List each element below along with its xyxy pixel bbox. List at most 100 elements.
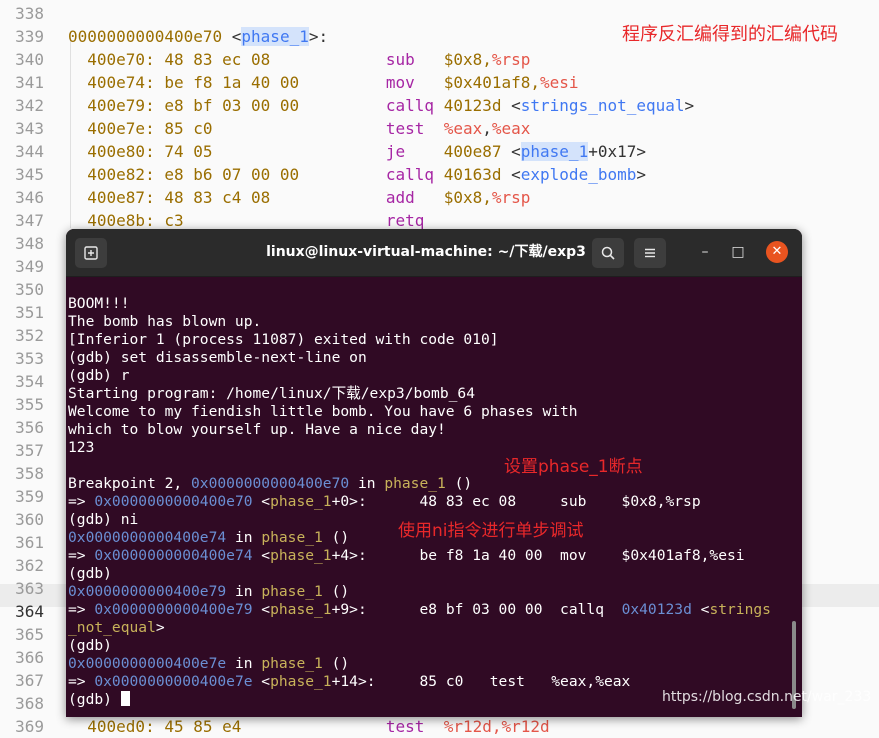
terminal-text: 0x0000000000400e7e <box>68 655 227 672</box>
instr-address: 400e79: <box>68 96 165 115</box>
terminal-line: 0x0000000000400e79 in phase_1 () <box>68 583 796 601</box>
instr-mnemonic: callq <box>385 165 444 184</box>
code-line: 400e87: 48 83 c4 08 add $0x8,%rsp <box>68 186 530 209</box>
line-number: 349 <box>15 257 44 276</box>
terminal-text: The bomb has blown up. <box>68 313 262 330</box>
instr-address: 400e80: <box>68 142 165 161</box>
line-number: 348 <box>15 234 44 253</box>
terminal-text: _not_equal <box>68 619 156 636</box>
menu-button[interactable] <box>634 238 666 268</box>
hamburger-menu-icon <box>645 248 655 258</box>
instr-operand: +0x17> <box>588 142 646 161</box>
terminal-text: (gdb) <box>68 691 121 708</box>
terminal-line: => 0x0000000000400e79 <phase_1+9>: e8 bf… <box>68 601 796 619</box>
terminal-text: in <box>349 475 385 492</box>
instr-mnemonic: sub <box>385 50 444 69</box>
close-button[interactable]: ✕ <box>766 241 788 263</box>
line-number: 342 <box>15 96 44 115</box>
terminal-text: < <box>252 547 271 564</box>
instr-address: 400e7e: <box>68 119 165 138</box>
terminal-titlebar[interactable]: linux@linux-virtual-machine: ~/下载/exp3 –… <box>66 229 802 277</box>
instr-bytes: 74 05 <box>164 142 386 161</box>
terminal-text: => <box>68 493 95 510</box>
terminal-text: (gdb) set disassemble-next-line on <box>68 349 367 366</box>
instr-operand: %eax <box>443 119 483 138</box>
terminal-text: strings <box>709 601 771 618</box>
instr-operand: < <box>511 165 521 184</box>
line-number: 350 <box>15 280 44 299</box>
terminal-window[interactable]: linux@linux-virtual-machine: ~/下载/exp3 –… <box>66 229 802 717</box>
terminal-output[interactable]: BOOM!!! The bomb has blown up. [Inferior 1… <box>68 295 796 709</box>
instr-operand: %r12d,%r12d <box>443 717 550 736</box>
maximize-button[interactable]: □ <box>727 241 749 263</box>
text-cursor <box>120 691 130 706</box>
terminal-text: phase_1 <box>384 475 446 492</box>
line-number: 345 <box>15 165 44 184</box>
terminal-line: (gdb) set disassemble-next-line on <box>68 349 796 367</box>
terminal-text: phase_1 <box>261 529 323 546</box>
line-number: 339 <box>15 27 44 46</box>
terminal-text: 0x0000000000400e79 <box>94 601 253 618</box>
line-number: 360 <box>15 510 44 529</box>
line-number: 366 <box>15 648 44 667</box>
terminal-text: (gdb) <box>68 565 112 582</box>
terminal-line: (gdb) r <box>68 367 796 385</box>
code-punct: >: <box>308 27 329 46</box>
instr-operand: , <box>482 119 492 138</box>
terminal-text: > <box>155 619 165 636</box>
terminal-text: => <box>68 601 95 618</box>
terminal-text: (gdb) r <box>68 367 130 384</box>
instr-mnemonic: callq <box>385 96 444 115</box>
terminal-text: 0x0000000000400e70 <box>191 475 350 492</box>
code-line: 400e74: be f8 1a 40 00 mov $0x401af8,%es… <box>68 71 579 94</box>
terminal-line: The bomb has blown up. <box>68 313 796 331</box>
line-number: 362 <box>15 556 44 575</box>
terminal-text: in <box>226 655 262 672</box>
terminal-text: () <box>322 529 350 546</box>
terminal-line: 123 <box>68 439 796 457</box>
terminal-line: 0x0000000000400e7e in phase_1 () <box>68 655 796 673</box>
terminal-line: (gdb) <box>68 565 796 583</box>
instr-mnemonic: mov <box>385 73 444 92</box>
minimize-button[interactable]: – <box>694 241 716 263</box>
instr-bytes: e8 bf 03 00 00 <box>164 96 386 115</box>
instr-operand: < <box>511 142 521 161</box>
terminal-text: which to blow yourself up. Have a nice d… <box>68 421 446 438</box>
terminal-text: 123 <box>68 439 95 456</box>
instr-operand: phase_1 <box>520 142 589 161</box>
terminal-text: < <box>252 673 271 690</box>
instr-bytes: e8 b6 07 00 00 <box>164 165 386 184</box>
line-number: 351 <box>15 303 44 322</box>
instr-bytes: 48 83 c4 08 <box>164 188 386 207</box>
line-number: 367 <box>15 671 44 690</box>
func-name: phase_1 <box>241 27 309 46</box>
terminal-text: 0x0000000000400e74 <box>94 547 253 564</box>
close-icon: ✕ <box>771 244 783 259</box>
new-tab-icon <box>84 246 98 260</box>
new-tab-button[interactable] <box>75 238 107 268</box>
instr-operand: > <box>636 165 646 184</box>
code-line: 400ed0: 45 85 e4 test %r12d,%r12d <box>68 715 550 738</box>
instr-mnemonic: add <box>385 188 444 207</box>
line-number: 369 <box>15 717 44 736</box>
terminal-text: phase_1 <box>261 655 323 672</box>
line-number: 368 <box>15 694 44 713</box>
line-number: 355 <box>15 395 44 414</box>
terminal-text: phase_1 <box>270 601 332 618</box>
line-number: 344 <box>15 142 44 161</box>
instr-bytes: 45 85 e4 <box>164 717 386 736</box>
terminal-text: Breakpoint 2, <box>68 475 192 492</box>
maximize-icon: □ <box>731 244 745 260</box>
line-number: 338 <box>15 4 44 23</box>
terminal-text: 0x0000000000400e74 <box>68 529 227 546</box>
terminal-text: [Inferior 1 (process 11087) exited with … <box>68 331 499 348</box>
instr-operand: %esi <box>540 73 579 92</box>
instr-operand: > <box>684 96 695 115</box>
search-button[interactable] <box>592 238 624 268</box>
instr-address: 400ed0: <box>68 717 165 736</box>
instr-address: 400e82: <box>68 165 165 184</box>
search-icon <box>601 246 615 260</box>
instr-operand: $0x401af8, <box>443 73 541 92</box>
terminal-line: _not_equal> <box>68 619 796 637</box>
instr-operand: strings_not_equal <box>520 96 685 115</box>
